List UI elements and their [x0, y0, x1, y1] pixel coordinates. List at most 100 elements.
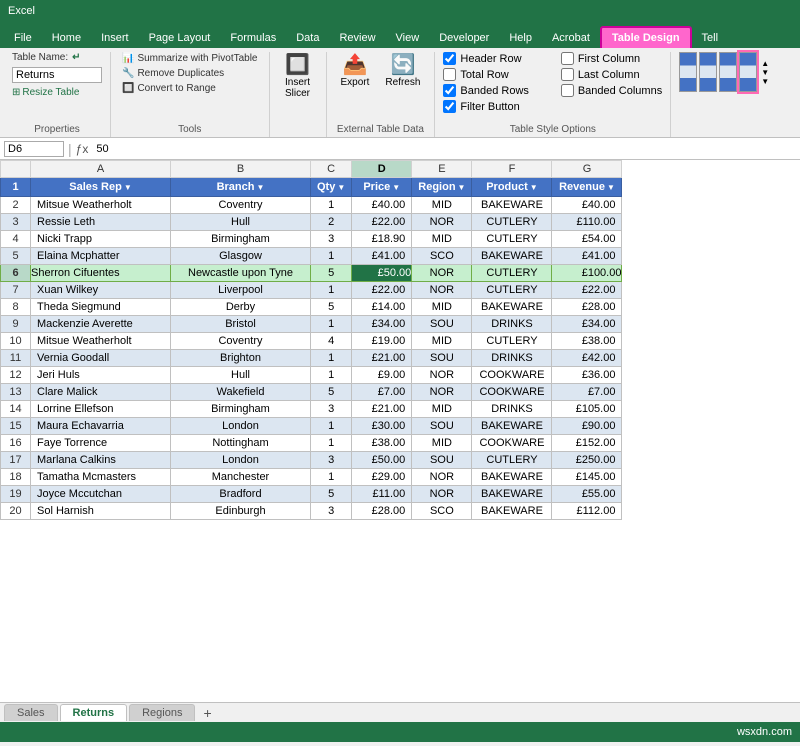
cell-2-F[interactable]: BAKEWARE	[472, 197, 552, 214]
table-header-region[interactable]: Region▼	[412, 178, 472, 197]
resize-table-button[interactable]: ⊞ Resize Table	[12, 87, 102, 98]
cell-3-G[interactable]: £110.00	[552, 214, 622, 231]
row-header-4[interactable]: 4	[1, 231, 31, 248]
refresh-button[interactable]: 🔄 Refresh	[379, 52, 426, 91]
cell-7-A[interactable]: Xuan Wilkey	[31, 282, 171, 299]
cell-12-G[interactable]: £36.00	[552, 367, 622, 384]
cell-11-F[interactable]: DRINKS	[472, 350, 552, 367]
cell-12-B[interactable]: Hull	[171, 367, 311, 384]
cell-13-C[interactable]: 5	[311, 384, 352, 401]
row-header-8[interactable]: 8	[1, 299, 31, 316]
filter-button-checkbox[interactable]: Filter Button	[443, 100, 662, 113]
row-header-11[interactable]: 11	[1, 350, 31, 367]
table-row[interactable]: 7Xuan WilkeyLiverpool1£22.00NORCUTLERY£2…	[1, 282, 622, 299]
cell-19-F[interactable]: BAKEWARE	[472, 486, 552, 503]
row-header-14[interactable]: 14	[1, 401, 31, 418]
ribbon-tab-file[interactable]: File	[4, 28, 42, 48]
cell-3-C[interactable]: 2	[311, 214, 352, 231]
cell-20-B[interactable]: Edinburgh	[171, 503, 311, 520]
cell-10-B[interactable]: Coventry	[171, 333, 311, 350]
cell-14-G[interactable]: £105.00	[552, 401, 622, 418]
cell-17-E[interactable]: SOU	[412, 452, 472, 469]
cell-7-G[interactable]: £22.00	[552, 282, 622, 299]
cell-14-E[interactable]: MID	[412, 401, 472, 418]
cell-4-C[interactable]: 3	[311, 231, 352, 248]
cell-11-G[interactable]: £42.00	[552, 350, 622, 367]
cell-18-F[interactable]: BAKEWARE	[472, 469, 552, 486]
first-column-checkbox[interactable]: First Column	[561, 52, 662, 65]
cell-7-B[interactable]: Liverpool	[171, 282, 311, 299]
cell-19-D[interactable]: £11.00	[352, 486, 412, 503]
table-row[interactable]: 3Ressie LethHull2£22.00NORCUTLERY£110.00	[1, 214, 622, 231]
ribbon-tab-formulas[interactable]: Formulas	[220, 28, 286, 48]
col-header-F[interactable]: F	[472, 161, 552, 178]
cell-13-A[interactable]: Clare Malick	[31, 384, 171, 401]
table-style-swatch-2[interactable]	[719, 52, 737, 92]
cell-9-G[interactable]: £34.00	[552, 316, 622, 333]
cell-19-E[interactable]: NOR	[412, 486, 472, 503]
row-header-1[interactable]: 1	[1, 178, 31, 197]
col-header-E[interactable]: E	[412, 161, 472, 178]
summarize-pivottable-button[interactable]: 📊 Summarize with PivotTable	[119, 52, 261, 65]
cell-7-F[interactable]: CUTLERY	[472, 282, 552, 299]
cell-17-G[interactable]: £250.00	[552, 452, 622, 469]
cell-15-A[interactable]: Maura Echavarria	[31, 418, 171, 435]
row-header-20[interactable]: 20	[1, 503, 31, 520]
cell-6-C[interactable]: 5	[311, 265, 352, 282]
cell-4-E[interactable]: MID	[412, 231, 472, 248]
cell-9-B[interactable]: Bristol	[171, 316, 311, 333]
cell-14-A[interactable]: Lorrine Ellefson	[31, 401, 171, 418]
cell-9-F[interactable]: DRINKS	[472, 316, 552, 333]
cell-13-G[interactable]: £7.00	[552, 384, 622, 401]
row-header-19[interactable]: 19	[1, 486, 31, 503]
cell-20-F[interactable]: BAKEWARE	[472, 503, 552, 520]
cell-12-E[interactable]: NOR	[412, 367, 472, 384]
cell-5-F[interactable]: BAKEWARE	[472, 248, 552, 265]
cell-16-G[interactable]: £152.00	[552, 435, 622, 452]
cell-13-D[interactable]: £7.00	[352, 384, 412, 401]
cell-13-E[interactable]: NOR	[412, 384, 472, 401]
cell-20-C[interactable]: 3	[311, 503, 352, 520]
cell-11-E[interactable]: SOU	[412, 350, 472, 367]
row-header-3[interactable]: 3	[1, 214, 31, 231]
ribbon-tab-tell[interactable]: Tell	[692, 28, 729, 48]
table-style-swatch-1[interactable]	[699, 52, 717, 92]
table-row[interactable]: 9Mackenzie AveretteBristol1£34.00SOUDRIN…	[1, 316, 622, 333]
cell-14-D[interactable]: £21.00	[352, 401, 412, 418]
cell-17-B[interactable]: London	[171, 452, 311, 469]
formula-input[interactable]	[92, 143, 796, 155]
table-header-sales-rep[interactable]: Sales Rep▼	[31, 178, 171, 197]
row-header-10[interactable]: 10	[1, 333, 31, 350]
cell-11-D[interactable]: £21.00	[352, 350, 412, 367]
cell-4-B[interactable]: Birmingham	[171, 231, 311, 248]
cell-16-A[interactable]: Faye Torrence	[31, 435, 171, 452]
total-row-checkbox[interactable]: Total Row	[443, 68, 544, 81]
cell-6-E[interactable]: NOR	[412, 265, 472, 282]
cell-3-A[interactable]: Ressie Leth	[31, 214, 171, 231]
table-row[interactable]: 6Sherron CifuentesNewcastle upon Tyne5£5…	[1, 265, 622, 282]
row-header-16[interactable]: 16	[1, 435, 31, 452]
cell-20-A[interactable]: Sol Harnish	[31, 503, 171, 520]
col-header-D[interactable]: D	[352, 161, 412, 178]
table-row[interactable]: 13Clare MalickWakefield5£7.00NORCOOKWARE…	[1, 384, 622, 401]
cell-20-E[interactable]: SCO	[412, 503, 472, 520]
cell-14-C[interactable]: 3	[311, 401, 352, 418]
cell-8-E[interactable]: MID	[412, 299, 472, 316]
col-header-A[interactable]: A	[31, 161, 171, 178]
cell-4-A[interactable]: Nicki Trapp	[31, 231, 171, 248]
cell-16-D[interactable]: £38.00	[352, 435, 412, 452]
table-header-branch[interactable]: Branch▼	[171, 178, 311, 197]
cell-8-D[interactable]: £14.00	[352, 299, 412, 316]
sheet-tab-regions[interactable]: Regions	[129, 704, 195, 721]
cell-9-D[interactable]: £34.00	[352, 316, 412, 333]
cell-19-G[interactable]: £55.00	[552, 486, 622, 503]
table-row[interactable]: 15Maura EchavarriaLondon1£30.00SOUBAKEWA…	[1, 418, 622, 435]
cell-19-C[interactable]: 5	[311, 486, 352, 503]
ribbon-tab-data[interactable]: Data	[286, 28, 329, 48]
cell-3-E[interactable]: NOR	[412, 214, 472, 231]
cell-15-G[interactable]: £90.00	[552, 418, 622, 435]
row-header-2[interactable]: 2	[1, 197, 31, 214]
row-header-18[interactable]: 18	[1, 469, 31, 486]
cell-2-D[interactable]: £40.00	[352, 197, 412, 214]
cell-10-F[interactable]: CUTLERY	[472, 333, 552, 350]
